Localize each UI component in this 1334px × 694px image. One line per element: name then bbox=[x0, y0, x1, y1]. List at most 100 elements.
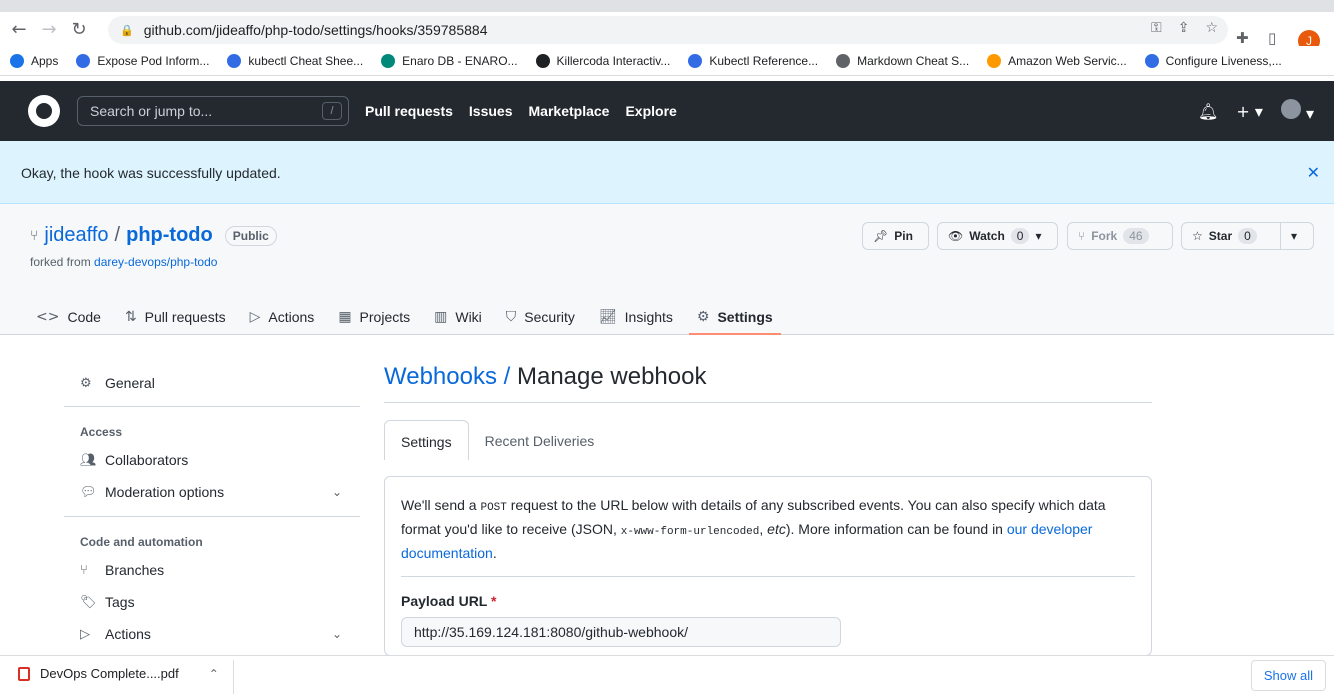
bookmark-item[interactable]: Killercoda Interactiv... bbox=[535, 53, 670, 68]
search-input[interactable]: Search or jump to... / bbox=[77, 96, 349, 126]
bookmark-label: Expose Pod Inform... bbox=[97, 53, 210, 68]
bookmark-item[interactable]: kubectl Cheat Shee... bbox=[227, 53, 364, 68]
side-panel-icon[interactable]: ▯ bbox=[1268, 29, 1276, 47]
play-icon: ▷ bbox=[249, 309, 261, 325]
share-icon[interactable]: ⇪ bbox=[1178, 20, 1190, 36]
tab-insights[interactable]: 📈︎ Insights bbox=[599, 300, 673, 334]
bookmark-favicon-icon bbox=[987, 53, 1002, 68]
slash-key-icon: / bbox=[322, 102, 342, 120]
payload-url-input[interactable]: http://35.169.124.181:8080/github-webhoo… bbox=[401, 617, 841, 647]
bookmark-label: Kubectl Reference... bbox=[709, 53, 819, 68]
repo-name-link[interactable]: php-todo bbox=[126, 224, 213, 247]
desc-part: , bbox=[759, 521, 768, 537]
tab-projects[interactable]: ▦ Projects bbox=[338, 300, 410, 334]
bell-icon[interactable]: 🔔︎ bbox=[1198, 102, 1218, 121]
tab-wiki-label: Wiki bbox=[455, 309, 482, 325]
fork-icon: ⑂ bbox=[1078, 229, 1086, 243]
bookmark-item[interactable]: Amazon Web Servic... bbox=[987, 53, 1127, 68]
bookmark-item[interactable]: Configure Liveness,... bbox=[1144, 53, 1282, 68]
forward-icon[interactable]: → bbox=[34, 19, 64, 40]
repo-owner-link[interactable]: jideaffo bbox=[44, 224, 108, 247]
tab-wiki[interactable]: ▥ Wiki bbox=[434, 300, 482, 334]
play-icon: ▷ bbox=[80, 626, 90, 642]
extensions-icon[interactable]: ✚ bbox=[1236, 29, 1249, 47]
sidebar-item-branches[interactable]: ⑂ Branches bbox=[64, 554, 360, 586]
chevron-up-icon[interactable]: ⌃ bbox=[209, 667, 219, 681]
desc-part: We'll send a bbox=[401, 497, 481, 513]
chevron-down-icon: ⌄ bbox=[331, 627, 342, 641]
tab-security[interactable]: ⛉ Security bbox=[506, 300, 575, 334]
plus-icon[interactable]: + ▾ bbox=[1236, 102, 1263, 121]
tab-pull-requests[interactable]: ⇅ Pull requests bbox=[125, 300, 226, 334]
visibility-badge: Public bbox=[224, 225, 277, 246]
sidebar-item-actions[interactable]: ▷ Actions ⌄ bbox=[64, 618, 360, 650]
close-icon[interactable]: ✕ bbox=[1307, 163, 1320, 182]
page-title-text: Manage webhook bbox=[516, 363, 707, 390]
bookmark-item[interactable]: Kubectl Reference... bbox=[688, 53, 819, 68]
watch-button[interactable]: 👁︎ Watch 0 ▾ bbox=[937, 222, 1058, 250]
comment-icon: 💬︎ bbox=[80, 484, 97, 500]
address-bar[interactable]: 🔒 github.com/jideaffo/php-todo/settings/… bbox=[108, 16, 1228, 44]
sidebar-item-moderation[interactable]: 💬︎ Moderation options ⌄ bbox=[64, 476, 360, 508]
pdf-icon bbox=[18, 666, 30, 681]
webhooks-link[interactable]: Webhooks bbox=[384, 363, 497, 390]
bookmark-label: kubectl Cheat Shee... bbox=[248, 53, 364, 68]
sidebar-heading-code: Code and automation bbox=[80, 535, 203, 549]
github-header: Search or jump to... / Pull requests Iss… bbox=[0, 81, 1334, 141]
star-icon: ☆ bbox=[1192, 229, 1203, 243]
sidebar-divider bbox=[64, 516, 360, 517]
tab-pull-requests-label: Pull requests bbox=[144, 309, 226, 325]
pull-request-icon: ⇅ bbox=[124, 309, 137, 325]
back-icon[interactable]: ← bbox=[4, 19, 34, 40]
tab-code[interactable]: <> Code bbox=[36, 300, 101, 334]
forked-from-link[interactable]: darey-devops/php-todo bbox=[94, 255, 217, 269]
sidebar-item-general[interactable]: ⚙ General bbox=[64, 367, 360, 399]
eye-icon: 👁︎ bbox=[948, 229, 964, 243]
sidebar-item-collaborators[interactable]: 👥︎ Collaborators bbox=[64, 444, 360, 476]
nav-marketplace[interactable]: Marketplace bbox=[529, 103, 610, 119]
bookmark-item[interactable]: Enaro DB - ENARO... bbox=[381, 53, 518, 68]
pin-icon: 📌︎ bbox=[873, 229, 889, 243]
tab-actions-label: Actions bbox=[268, 309, 315, 325]
payload-url-label-text: Payload URL bbox=[401, 593, 488, 609]
download-filename: DevOps Complete....pdf bbox=[40, 666, 179, 681]
bookmark-item[interactable]: Markdown Cheat S... bbox=[836, 53, 969, 68]
download-bar: DevOps Complete....pdf ⌃ Show all bbox=[0, 655, 1334, 694]
github-logo-icon[interactable] bbox=[28, 95, 60, 127]
desc-part: ). More information can be found in bbox=[785, 521, 1007, 537]
bookmark-favicon-icon bbox=[76, 53, 91, 68]
tab-webhook-settings[interactable]: Settings bbox=[384, 420, 469, 460]
user-avatar[interactable]: ▾ bbox=[1280, 99, 1314, 123]
star-label: Star bbox=[1208, 229, 1233, 243]
bookmark-label: Configure Liveness,... bbox=[1165, 53, 1282, 68]
breadcrumb-separator: / bbox=[503, 363, 511, 390]
tab-actions[interactable]: ▷ Actions bbox=[250, 300, 315, 334]
desc-code-format: x-www-form-urlencoded bbox=[620, 526, 760, 538]
pin-label: Pin bbox=[894, 229, 913, 243]
tab-recent-deliveries[interactable]: Recent Deliveries bbox=[469, 420, 611, 460]
sidebar-item-tags[interactable]: 🏷︎ Tags bbox=[64, 586, 360, 618]
fork-button[interactable]: ⑂ Fork 46 bbox=[1067, 222, 1173, 250]
sidebar-moderation-label: Moderation options bbox=[105, 484, 225, 500]
star-button[interactable]: ☆ Star 0 bbox=[1181, 222, 1281, 250]
bookmark-favicon-icon bbox=[688, 53, 703, 68]
star-list-dropdown[interactable]: ▾ bbox=[1280, 222, 1314, 250]
nav-issues[interactable]: Issues bbox=[469, 103, 513, 119]
key-icon[interactable]: ⚿ bbox=[1151, 20, 1162, 36]
pin-button[interactable]: 📌︎ Pin bbox=[862, 222, 929, 250]
download-item[interactable]: DevOps Complete....pdf ⌃ bbox=[18, 666, 219, 681]
nav-explore[interactable]: Explore bbox=[625, 103, 676, 119]
show-all-button[interactable]: Show all bbox=[1250, 660, 1326, 691]
fork-label: Fork bbox=[1091, 229, 1118, 243]
bookmark-item[interactable]: Expose Pod Inform... bbox=[76, 53, 210, 68]
apps-grid-icon bbox=[10, 53, 24, 68]
gear-icon: ⚙ bbox=[80, 375, 92, 391]
form-divider bbox=[401, 576, 1135, 577]
tab-settings[interactable]: ⚙ Settings bbox=[688, 300, 781, 335]
tab-security-label: Security bbox=[524, 309, 575, 325]
nav-pull-requests[interactable]: Pull requests bbox=[365, 103, 453, 119]
star-bookmark-icon[interactable]: ☆ bbox=[1205, 20, 1218, 36]
url-text[interactable]: github.com/jideaffo/php-todo/settings/ho… bbox=[144, 22, 488, 38]
bookmark-item[interactable]: Apps bbox=[10, 53, 58, 68]
reload-icon[interactable]: ↻ bbox=[64, 19, 94, 40]
